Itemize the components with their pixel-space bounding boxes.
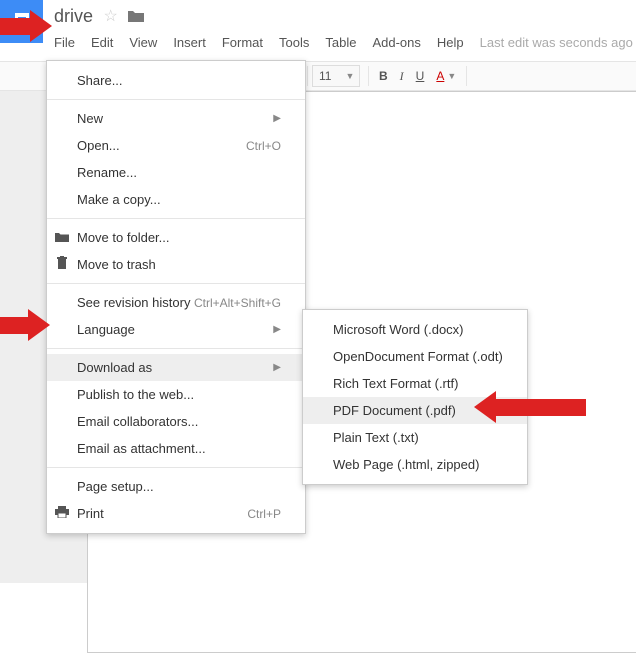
menu-help[interactable]: Help	[437, 35, 464, 50]
label: OpenDocument Format (.odt)	[333, 349, 503, 364]
print-icon	[54, 506, 70, 521]
label: Move to folder...	[77, 230, 281, 245]
menu-item-publish[interactable]: Publish to the web...	[47, 381, 305, 408]
textcolor-label: A	[436, 69, 444, 83]
label: Page setup...	[77, 479, 281, 494]
label: Plain Text (.txt)	[333, 430, 503, 445]
underline-button[interactable]: U	[410, 62, 431, 90]
label: Email collaborators...	[77, 414, 281, 429]
menu-item-move-to-folder[interactable]: Move to folder...	[47, 224, 305, 251]
shortcut: Ctrl+P	[247, 507, 281, 521]
label: Make a copy...	[77, 192, 281, 207]
textcolor-button[interactable]: A▼	[430, 62, 462, 90]
menu-item-language[interactable]: Language▶	[47, 316, 305, 343]
shortcut: Ctrl+O	[246, 139, 281, 153]
label: Rename...	[77, 165, 281, 180]
menu-item-revision-history[interactable]: See revision historyCtrl+Alt+Shift+G	[47, 289, 305, 316]
separator	[47, 99, 305, 100]
submenu-arrow-icon: ▶	[273, 113, 281, 124]
menu-item-download-as[interactable]: Download as▶	[47, 354, 305, 381]
label: Microsoft Word (.docx)	[333, 322, 503, 337]
separator	[47, 467, 305, 468]
label: Download as	[77, 360, 273, 375]
menu-item-new[interactable]: New▶	[47, 105, 305, 132]
menu-item-email-collaborators[interactable]: Email collaborators...	[47, 408, 305, 435]
menu-item-print[interactable]: PrintCtrl+P	[47, 500, 305, 527]
menu-item-open[interactable]: Open...Ctrl+O	[47, 132, 305, 159]
label: Move to trash	[77, 257, 281, 272]
fontsize-dropdown[interactable]: 11 ▼	[312, 65, 360, 87]
italic-button[interactable]: I	[394, 62, 410, 90]
label: Publish to the web...	[77, 387, 281, 402]
separator	[307, 66, 308, 86]
label: Print	[77, 506, 247, 521]
menu-item-move-to-trash[interactable]: Move to trash	[47, 251, 305, 278]
menu-item-page-setup[interactable]: Page setup...	[47, 473, 305, 500]
folder-icon	[54, 230, 70, 245]
shortcut: Ctrl+Alt+Shift+G	[194, 296, 281, 310]
submenu-arrow-icon: ▶	[273, 362, 281, 373]
label: See revision history	[77, 295, 194, 310]
menu-item-make-copy[interactable]: Make a copy...	[47, 186, 305, 213]
menu-item-email-attachment[interactable]: Email as attachment...	[47, 435, 305, 462]
label: Web Page (.html, zipped)	[333, 457, 503, 472]
menu-addons[interactable]: Add-ons	[372, 35, 420, 50]
star-icon[interactable]: ☆	[103, 8, 117, 25]
label: Open...	[77, 138, 246, 153]
menu-insert[interactable]: Insert	[173, 35, 206, 50]
menu-edit[interactable]: Edit	[91, 35, 113, 50]
separator	[47, 218, 305, 219]
submenu-item-txt[interactable]: Plain Text (.txt)	[303, 424, 527, 451]
chevron-down-icon: ▼	[447, 71, 456, 81]
menu-table[interactable]: Table	[325, 35, 356, 50]
menu-item-rename[interactable]: Rename...	[47, 159, 305, 186]
chevron-down-icon: ▼	[345, 71, 354, 81]
last-edit-label: Last edit was seconds ago	[480, 35, 633, 50]
submenu-arrow-icon: ▶	[273, 324, 281, 335]
submenu-item-odt[interactable]: OpenDocument Format (.odt)	[303, 343, 527, 370]
label: Language	[77, 322, 273, 337]
menu-tools[interactable]: Tools	[279, 35, 309, 50]
folder-icon[interactable]	[128, 9, 144, 26]
label: Rich Text Format (.rtf)	[333, 376, 503, 391]
file-menu: Share... New▶ Open...Ctrl+O Rename... Ma…	[46, 60, 306, 534]
menu-item-share[interactable]: Share...	[47, 67, 305, 94]
document-title[interactable]: drive	[54, 6, 93, 26]
menu-format[interactable]: Format	[222, 35, 263, 50]
label: Email as attachment...	[77, 441, 281, 456]
menubar: File Edit View Insert Format Tools Table…	[54, 35, 633, 50]
submenu-item-html[interactable]: Web Page (.html, zipped)	[303, 451, 527, 478]
separator	[466, 66, 467, 86]
label: New	[77, 111, 273, 126]
menu-view[interactable]: View	[129, 35, 157, 50]
fontsize-value: 11	[319, 69, 331, 83]
menu-file[interactable]: File	[54, 35, 75, 50]
separator	[47, 348, 305, 349]
bold-button[interactable]: B	[373, 62, 394, 90]
separator	[47, 283, 305, 284]
trash-icon	[54, 256, 70, 273]
separator	[368, 66, 369, 86]
label: Share...	[77, 73, 281, 88]
submenu-item-docx[interactable]: Microsoft Word (.docx)	[303, 316, 527, 343]
